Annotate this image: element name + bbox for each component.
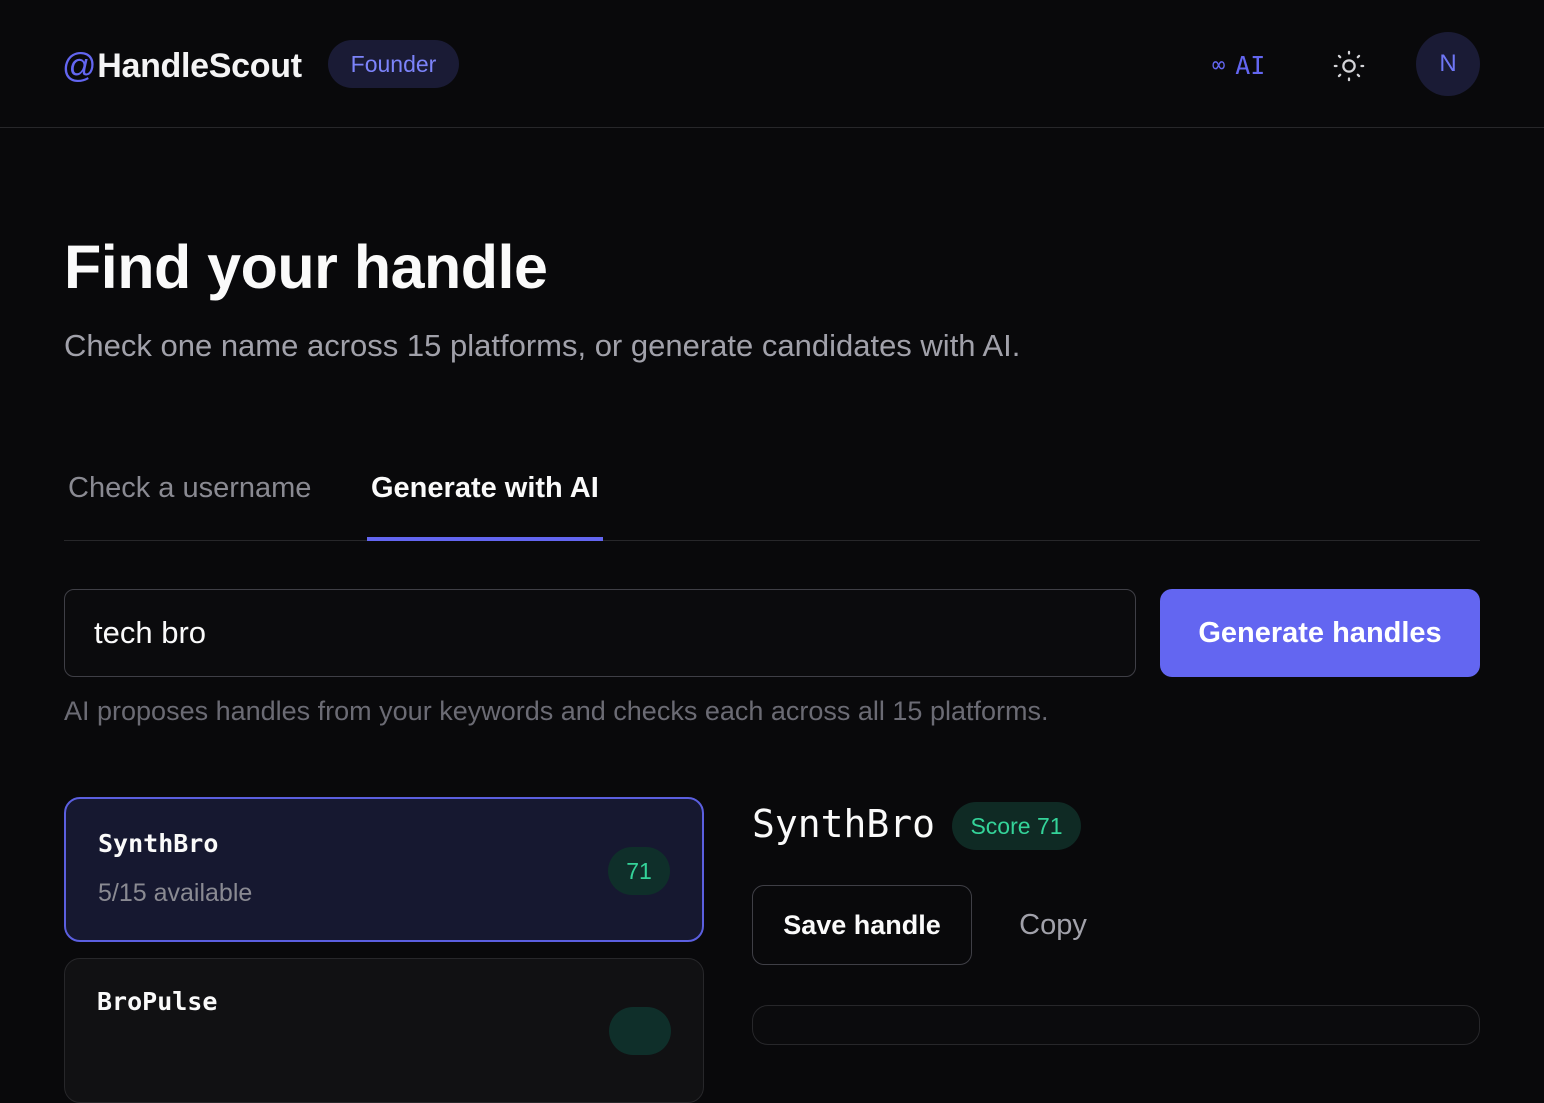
tab-check-username[interactable]: Check a username — [68, 468, 311, 508]
plan-badge: Founder — [328, 40, 459, 88]
copy-button[interactable]: Copy — [996, 885, 1110, 965]
page-title: Find your handle — [64, 233, 548, 301]
brand-logo[interactable]: @ HandleScout — [62, 44, 302, 88]
infinity-icon: ∞ — [1212, 52, 1226, 78]
top-bar: @ HandleScout Founder ∞ AI N — [0, 0, 1544, 128]
user-avatar[interactable]: N — [1416, 32, 1480, 96]
ai-menu-link[interactable]: ∞ AI — [1212, 46, 1265, 84]
candidate-score-badge — [609, 1007, 671, 1055]
candidate-card[interactable]: BroPulse — [64, 958, 704, 1103]
keywords-input[interactable] — [64, 589, 1136, 677]
save-handle-button[interactable]: Save handle — [752, 885, 972, 965]
tab-generate-ai[interactable]: Generate with AI — [371, 468, 599, 508]
brand-name: HandleScout — [97, 46, 302, 85]
brand-at-symbol: @ — [62, 46, 97, 85]
candidate-name: BroPulse — [97, 987, 218, 1016]
ai-link-label: AI — [1235, 50, 1266, 80]
generator-helper-text: AI proposes handles from your keywords a… — [64, 696, 1049, 726]
candidate-card[interactable]: SynthBro 5/15 available 71 — [64, 797, 704, 942]
mode-tabs: Check a username Generate with AI — [64, 440, 1480, 541]
candidate-score-badge: 71 — [608, 847, 670, 895]
selected-handle-name: SynthBro — [752, 802, 936, 846]
page-subtitle: Check one name across 15 platforms, or g… — [64, 328, 1021, 363]
generate-handles-button[interactable]: Generate handles — [1160, 589, 1480, 677]
active-tab-indicator — [367, 537, 603, 541]
platform-results-panel — [752, 1005, 1480, 1045]
selected-score-badge: Score 71 — [952, 802, 1081, 850]
candidate-name: SynthBro — [98, 829, 219, 858]
candidate-availability: 5/15 available — [98, 879, 253, 907]
theme-toggle-button[interactable] — [1327, 44, 1371, 88]
sun-icon — [1333, 50, 1365, 82]
